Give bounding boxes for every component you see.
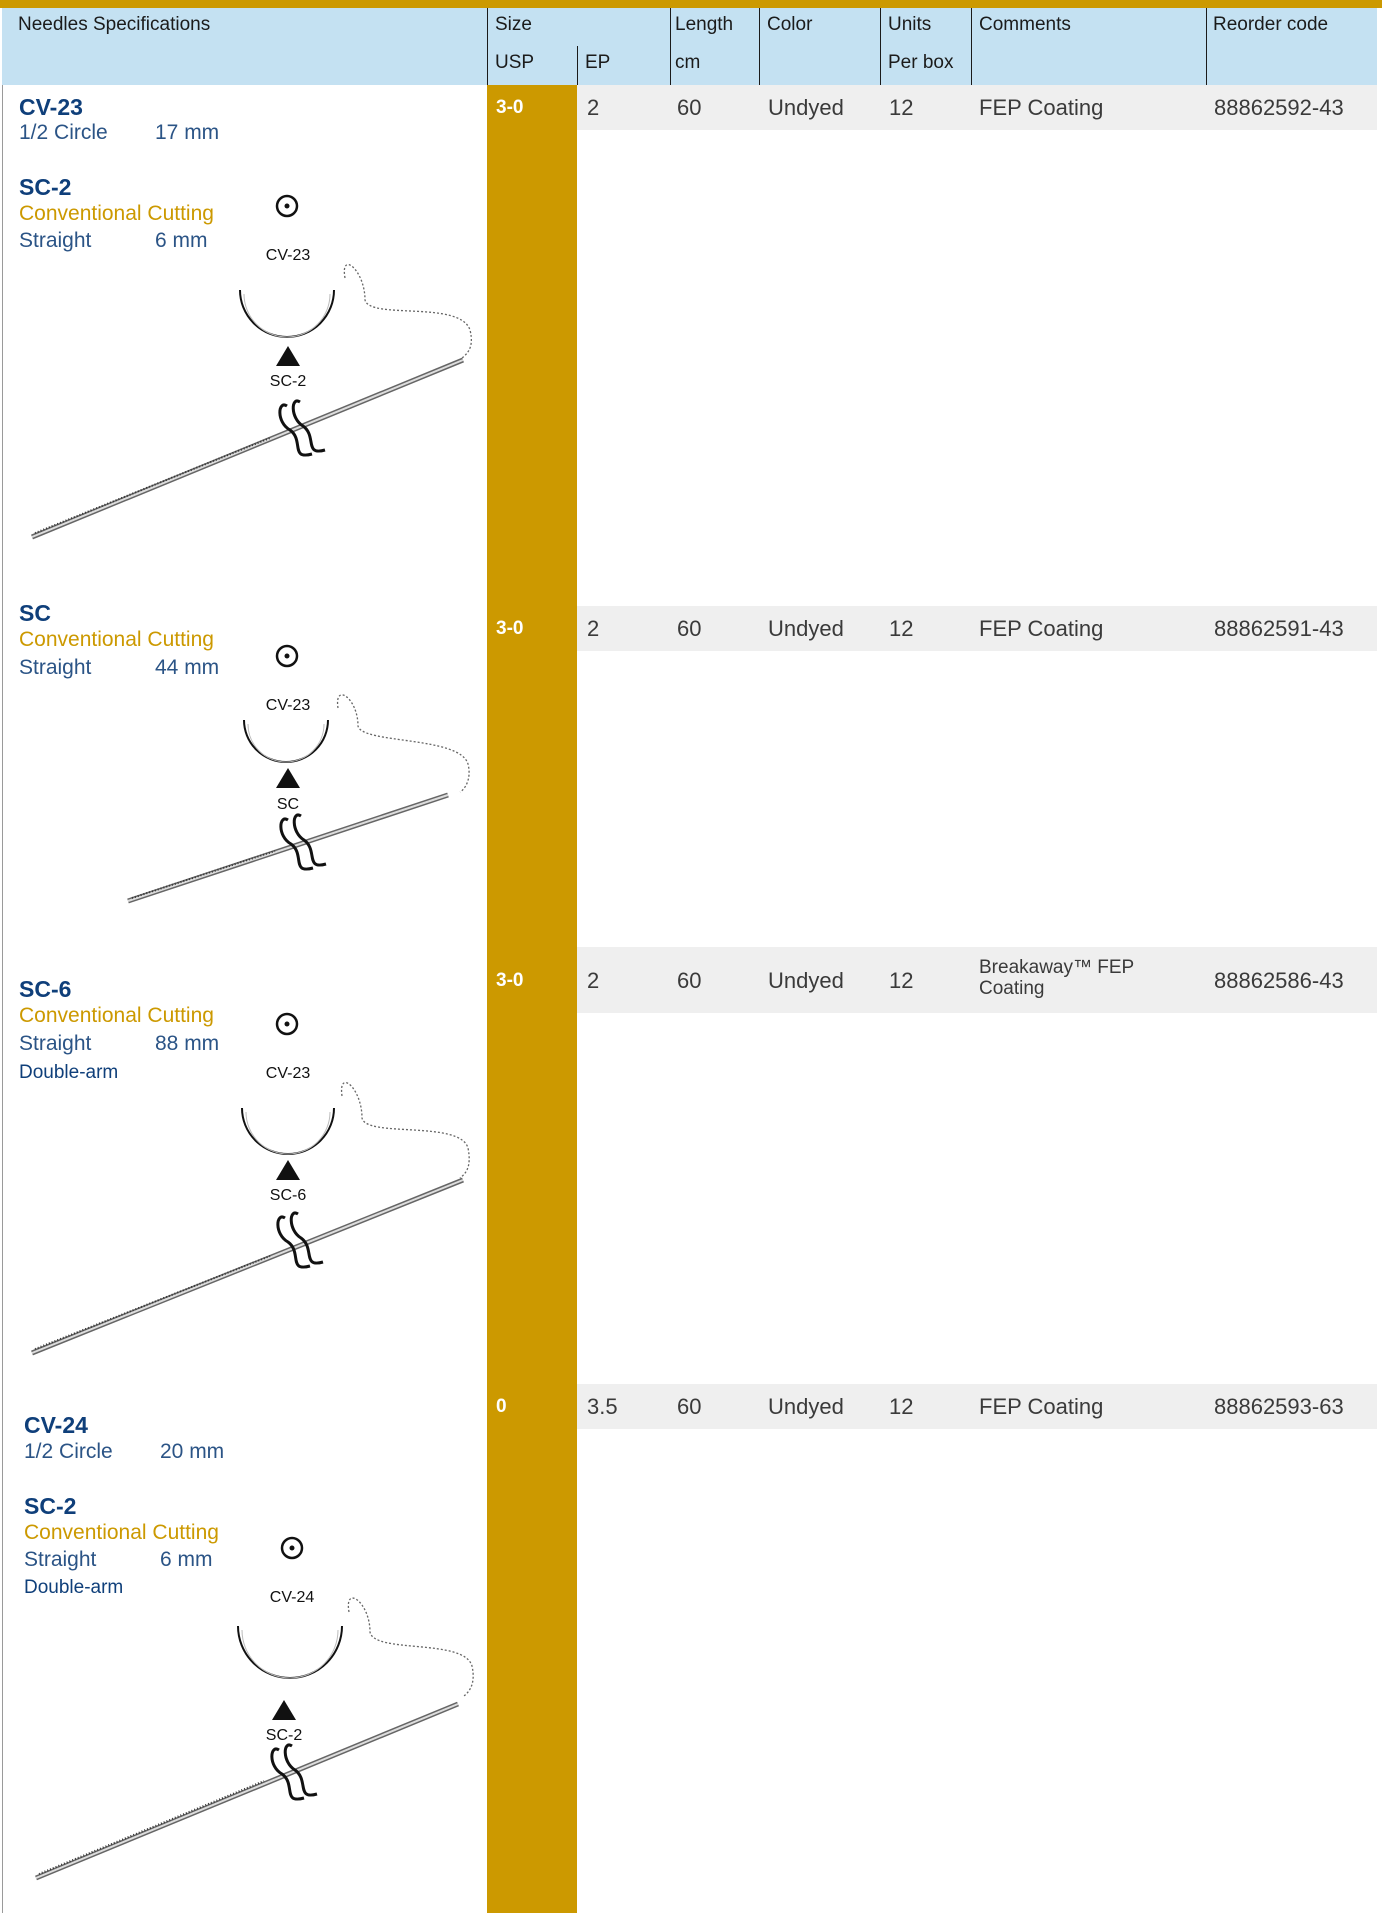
diagram-label-bottom: SC-6: [270, 1187, 307, 1204]
ep-value: 2: [587, 95, 600, 120]
cutting-triangle-icon: [276, 1160, 300, 1180]
header-reorder: Reorder code: [1213, 14, 1329, 35]
header-divider: [1206, 8, 1207, 85]
reorder-code: 88862592-43: [1214, 95, 1344, 120]
header-size: Size: [495, 14, 532, 35]
needle-size: 20 mm: [160, 1440, 225, 1463]
needle-type: 1/2 Circle: [24, 1440, 113, 1463]
usp-value: 3-0: [496, 618, 524, 639]
top-accent-rule: [0, 0, 1382, 8]
needle-diagram: CV-24 SC-2: [24, 1532, 484, 1892]
comments-value: Breakaway™ FEP Coating: [979, 957, 1134, 999]
diagram-label-top: CV-23: [266, 697, 311, 714]
reorder-code: 88862591-43: [1214, 616, 1344, 641]
header-length: Length: [675, 14, 734, 35]
length-value: 60: [677, 616, 702, 641]
needle-diagram: CV-23 SC-6: [20, 1008, 480, 1368]
ep-value: 2: [587, 616, 600, 641]
length-value: 60: [677, 1394, 702, 1419]
needle-size: 17 mm: [155, 121, 220, 144]
length-value: 60: [677, 95, 702, 120]
color-value: Undyed: [768, 1394, 844, 1419]
header-needles: Needles Specifications: [18, 14, 211, 35]
header-divider: [487, 8, 488, 85]
header-cm: cm: [675, 52, 701, 73]
needle-code: SC: [19, 600, 51, 626]
cutting-triangle-icon: [276, 346, 300, 366]
header-per-box: Per box: [888, 52, 954, 73]
needle-code: SC-6: [19, 976, 72, 1002]
header-divider: [880, 8, 881, 85]
needle-diagram: CV-23 SC-2: [20, 190, 480, 550]
color-value: Undyed: [768, 616, 844, 641]
usp-value: 3-0: [496, 970, 524, 991]
comments-value: FEP Coating: [979, 1394, 1104, 1419]
needle-diagram: CV-23 SC: [20, 640, 480, 910]
diagram-label-top: CV-23: [266, 1065, 311, 1082]
units-value: 12: [889, 1394, 914, 1419]
color-value: Undyed: [768, 95, 844, 120]
ep-value: 2: [587, 968, 600, 993]
table-header: Needles Specifications Size USP EP Lengt…: [2, 8, 1377, 85]
reorder-code: 88862586-43: [1214, 968, 1344, 993]
length-value: 60: [677, 968, 702, 993]
reorder-code: 88862593-63: [1214, 1394, 1344, 1419]
cutting-triangle-icon: [276, 768, 300, 788]
diagram-label-top: CV-24: [270, 1589, 315, 1606]
comments-value: FEP Coating: [979, 95, 1104, 120]
diagram-label-bottom: SC-2: [266, 1727, 303, 1744]
needle-type: 1/2 Circle: [19, 121, 108, 144]
header-ep: EP: [585, 52, 611, 73]
units-value: 12: [889, 968, 914, 993]
diagram-label-top: CV-23: [266, 247, 311, 264]
ep-value: 3.5: [587, 1394, 618, 1419]
left-border: [2, 85, 3, 1913]
needle-code: SC-2: [24, 1493, 77, 1519]
header-divider: [577, 46, 578, 85]
header-divider: [759, 8, 760, 85]
needle-code: CV-24: [24, 1412, 88, 1438]
header-divider: [971, 8, 972, 85]
size-column-bar: [487, 85, 577, 1913]
header-divider: [670, 8, 671, 85]
units-value: 12: [889, 95, 914, 120]
usp-value: 3-0: [496, 97, 524, 118]
color-value: Undyed: [768, 968, 844, 993]
header-comments: Comments: [979, 14, 1071, 35]
header-usp: USP: [495, 52, 535, 73]
usp-value: 0: [496, 1396, 507, 1417]
comments-value: FEP Coating: [979, 616, 1104, 641]
header-color: Color: [767, 14, 813, 35]
diagram-label-bottom: SC: [277, 796, 299, 813]
units-value: 12: [889, 616, 914, 641]
diagram-label-bottom: SC-2: [270, 373, 307, 390]
product-table-page: Needles Specifications Size USP EP Lengt…: [0, 0, 1382, 1913]
cutting-triangle-icon: [272, 1700, 296, 1720]
needle-code: CV-23: [19, 94, 83, 120]
header-units: Units: [888, 14, 932, 35]
